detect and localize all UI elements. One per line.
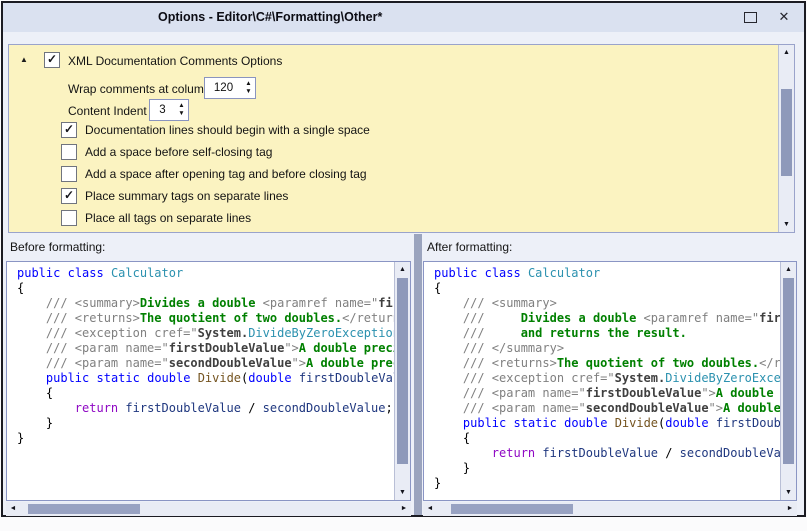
- checkbox[interactable]: [61, 166, 77, 182]
- code-line: public static double Divide(double first…: [434, 416, 780, 431]
- code-line: /// and returns the result.: [434, 326, 780, 341]
- pane-splitter[interactable]: [414, 234, 422, 515]
- before-formatting-label: Before formatting:: [10, 240, 105, 254]
- option-row: ✓ Documentation lines should begin with a…: [61, 121, 764, 137]
- checkbox[interactable]: ✓: [61, 122, 77, 138]
- checkbox[interactable]: ✓: [61, 188, 77, 204]
- code-line: /// <param name="secondDoubleValue">A do…: [17, 356, 394, 371]
- scrollbar-thumb[interactable]: [28, 504, 140, 514]
- scroll-right-icon[interactable]: ►: [783, 502, 797, 516]
- code-line: /// <param name="secondDoubleValue">A do…: [434, 401, 780, 416]
- before-vertical-scrollbar[interactable]: ▲ ▼: [394, 262, 410, 500]
- scroll-up-icon[interactable]: ▲: [781, 262, 796, 277]
- code-line: return firstDoubleValue / secondDoubleVa…: [434, 446, 780, 461]
- code-line: /// <returns>The quotient of two doubles…: [17, 311, 394, 326]
- panel-vertical-scrollbar[interactable]: ▲ ▼: [778, 45, 794, 232]
- code-line: {: [17, 386, 394, 401]
- scroll-left-icon[interactable]: ◄: [6, 502, 20, 516]
- collapse-icon[interactable]: ▲: [20, 55, 28, 65]
- code-line: /// <exception cref="System.DivideByZero…: [434, 371, 780, 386]
- code-line: {: [434, 431, 780, 446]
- code-line: public class Calculator: [434, 266, 780, 281]
- scrollbar-thumb[interactable]: [451, 504, 573, 514]
- stepper-down-icon[interactable]: ▼: [242, 88, 255, 96]
- option-row: Place all tags on separate lines: [61, 209, 764, 225]
- scroll-left-icon[interactable]: ◄: [423, 502, 437, 516]
- checkbox-label: Documentation lines should begin with a …: [85, 123, 370, 137]
- code-line: public class Calculator: [17, 266, 394, 281]
- scroll-up-icon[interactable]: ▲: [779, 45, 794, 60]
- xml-doc-options-label: XML Documentation Comments Options: [68, 54, 282, 68]
- after-code: public class Calculator{ /// <summary> /…: [424, 262, 780, 500]
- code-line: /// <returns>The quotient of two doubles…: [434, 356, 780, 371]
- code-line: /// <param name="firstDoubleValue">A dou…: [434, 386, 780, 401]
- after-code-preview: public class Calculator{ /// <summary> /…: [423, 261, 797, 501]
- code-line: /// <param name="firstDoubleValue">A dou…: [17, 341, 394, 356]
- code-line: /// <exception cref="System.DivideByZero…: [17, 326, 394, 341]
- wrap-comments-stepper[interactable]: 120 ▲ ▼: [204, 77, 256, 99]
- code-line: {: [434, 281, 780, 296]
- scrollbar-thumb[interactable]: [781, 89, 792, 176]
- after-horizontal-scrollbar[interactable]: ◄ ►: [423, 502, 797, 516]
- stepper-up-icon[interactable]: ▲: [175, 102, 188, 110]
- code-line: }: [17, 416, 394, 431]
- checkbox-label: Add a space before self-closing tag: [85, 145, 272, 159]
- code-line: return firstDoubleValue / secondDoubleVa…: [17, 401, 394, 416]
- scroll-right-icon[interactable]: ►: [397, 502, 411, 516]
- wrap-comments-value[interactable]: 120: [205, 78, 242, 98]
- code-line: }: [434, 476, 780, 491]
- after-formatting-label: After formatting:: [427, 240, 512, 254]
- checkbox[interactable]: [61, 144, 77, 160]
- code-line: }: [434, 461, 780, 476]
- maximize-icon[interactable]: [744, 12, 757, 23]
- scroll-down-icon[interactable]: ▼: [395, 485, 410, 500]
- stepper-arrows[interactable]: ▲ ▼: [175, 100, 188, 120]
- after-vertical-scrollbar[interactable]: ▲ ▼: [780, 262, 796, 500]
- checkbox-label: Add a space after opening tag and before…: [85, 167, 367, 181]
- xml-doc-options-checkbox[interactable]: ✓: [44, 52, 60, 68]
- option-row: Add a space before self-closing tag: [61, 143, 764, 159]
- content-indent-stepper[interactable]: 3 ▲ ▼: [149, 99, 189, 121]
- code-line: public static double Divide(double first…: [17, 371, 394, 386]
- scroll-down-icon[interactable]: ▼: [781, 485, 796, 500]
- checkbox-label: Place summary tags on separate lines: [85, 189, 288, 203]
- code-line: /// <summary>: [434, 296, 780, 311]
- before-code-preview: public class Calculator{ /// <summary>Di…: [6, 261, 411, 501]
- code-line: /// </summary>: [434, 341, 780, 356]
- checkbox-label: Place all tags on separate lines: [85, 211, 251, 225]
- option-row: ✓ Place summary tags on separate lines: [61, 187, 764, 203]
- checkbox[interactable]: [61, 210, 77, 226]
- stepper-arrows[interactable]: ▲ ▼: [242, 78, 255, 98]
- scrollbar-thumb[interactable]: [783, 278, 794, 464]
- code-line: /// <summary>Divides a double <paramref …: [17, 296, 394, 311]
- option-row: Add a space after opening tag and before…: [61, 165, 764, 181]
- option-checkbox-list: ✓ Documentation lines should begin with a…: [61, 121, 764, 231]
- close-icon[interactable]: ✕: [775, 8, 793, 26]
- stepper-up-icon[interactable]: ▲: [242, 80, 255, 88]
- scrollbar-thumb[interactable]: [397, 278, 408, 464]
- titlebar: Options - Editor\C#\Formatting\Other* ✕: [3, 3, 804, 32]
- wrap-comments-label: Wrap comments at column: [68, 82, 211, 96]
- content-indent-label: Content Indent: [68, 104, 147, 118]
- scroll-up-icon[interactable]: ▲: [395, 262, 410, 277]
- code-line: /// Divides a double <paramref name="fir…: [434, 311, 780, 326]
- code-line: {: [17, 281, 394, 296]
- xml-doc-options-panel: ▲ ✓ XML Documentation Comments Options W…: [8, 44, 795, 233]
- before-code: public class Calculator{ /// <summary>Di…: [7, 262, 394, 500]
- before-horizontal-scrollbar[interactable]: ◄ ►: [6, 502, 411, 516]
- options-dialog: Options - Editor\C#\Formatting\Other* ✕ …: [1, 1, 806, 517]
- content-indent-value[interactable]: 3: [150, 100, 175, 120]
- window-title: Options - Editor\C#\Formatting\Other*: [158, 10, 382, 24]
- code-line: }: [17, 431, 394, 446]
- scroll-down-icon[interactable]: ▼: [779, 217, 794, 232]
- stepper-down-icon[interactable]: ▼: [175, 110, 188, 118]
